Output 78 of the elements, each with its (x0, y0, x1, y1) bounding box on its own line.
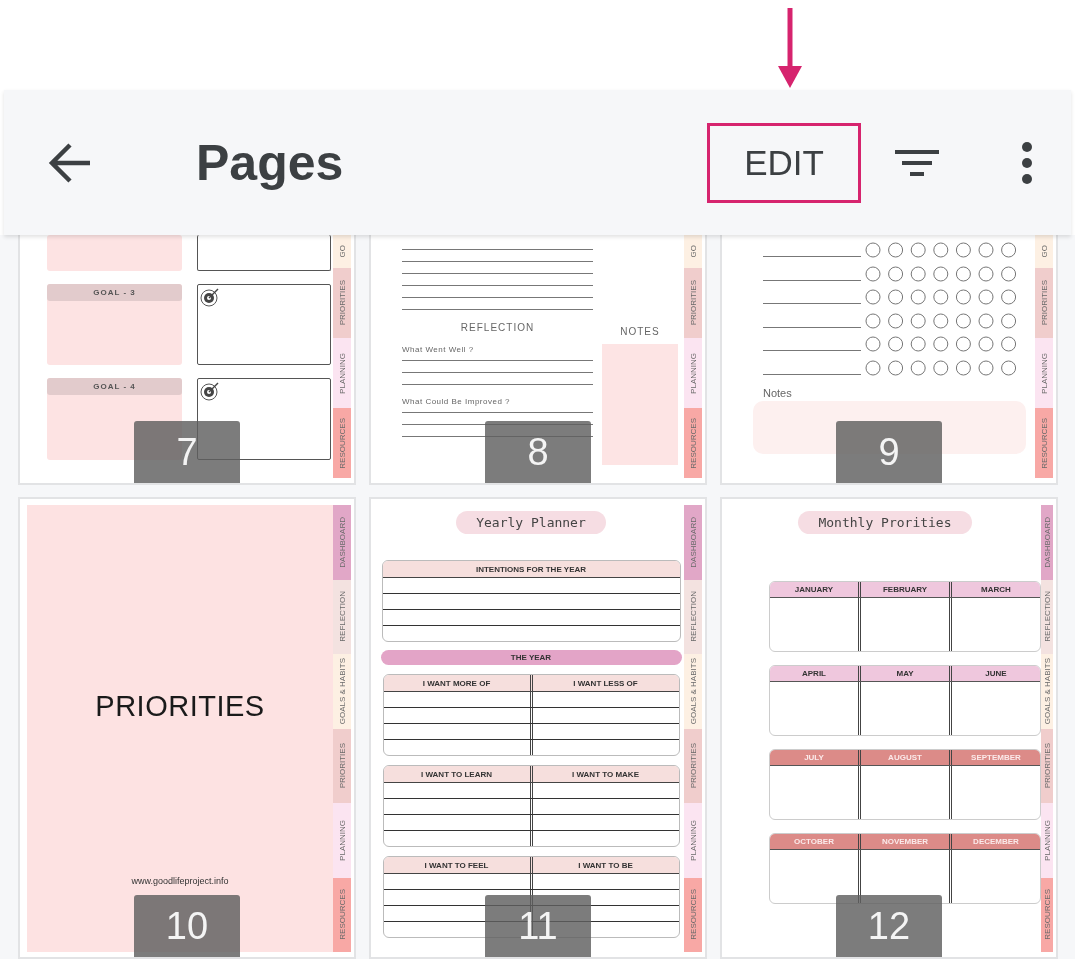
section-tab[interactable]: PRIORITIES (333, 268, 351, 338)
month-label: FEBRUARY (861, 582, 952, 597)
section-tab[interactable]: GOALS & HABITS (1041, 654, 1053, 729)
section-tab[interactable]: DASHBOARD (684, 505, 702, 580)
table-heading: I WANT TO LEARN (383, 766, 533, 782)
page-thumbnail[interactable]: PRIORITIES www.goodlifeproject.info DASHBOARD REFLECTION GOALS & HABITS PRIORITIES PLANNING RESOURCES 10 (18, 497, 356, 959)
section-tab[interactable]: PRIORITIES (684, 728, 702, 803)
section-tab[interactable]: RESOURCES (684, 877, 702, 952)
month-label: MARCH (980, 584, 1012, 596)
section-tab[interactable]: PRIORITIES (333, 728, 351, 803)
month-label: AUGUST (861, 750, 952, 765)
year-band: THE YEAR (380, 650, 682, 665)
prompt-text: What Went Well ? (402, 345, 475, 354)
goal-label: GOAL - 4 (47, 378, 182, 396)
more-icon[interactable] (1021, 141, 1033, 184)
section-heading: REFLECTION (459, 322, 536, 333)
notes-heading: Notes (763, 387, 793, 399)
month-label: NOVEMBER (861, 834, 952, 849)
section-tab[interactable]: PRIORITIES (1035, 268, 1053, 338)
cover-title: PRIORITIES (95, 690, 265, 723)
section-tab[interactable]: PLANNING (1041, 803, 1053, 878)
page-title: Pages (196, 133, 344, 192)
month-label: OCTOBER (770, 834, 861, 849)
page-thumbnail[interactable] (369, 497, 707, 959)
page-number-badge: 7 (134, 421, 240, 483)
back-icon[interactable] (48, 141, 92, 184)
section-tab[interactable]: GO (333, 235, 351, 268)
page-number-badge: 12 (836, 895, 942, 957)
section-tab[interactable]: PRIORITIES (684, 268, 702, 338)
planner-title: Monthly Prorities (798, 511, 972, 534)
section-tab[interactable]: RESOURCES (1035, 408, 1053, 478)
notes-heading: NOTES (619, 326, 661, 337)
section-tab[interactable]: RESOURCES (1041, 877, 1053, 952)
prompt-text: What Could Be Improved ? (402, 397, 512, 406)
page-number-badge: 10 (134, 895, 240, 957)
section-tab[interactable]: PRIORITIES (1041, 728, 1053, 803)
section-tab[interactable]: GOALS & HABITS (684, 654, 702, 729)
table-heading: I WANT MORE OF (383, 675, 533, 691)
section-tab[interactable]: RESOURCES (333, 408, 351, 478)
edit-button[interactable]: EDIT (707, 122, 861, 203)
website-text: www.goodlifeproject.info (131, 876, 229, 886)
table-heading: I WANT TO FEEL (383, 857, 533, 873)
filter-icon[interactable] (895, 149, 939, 176)
page-thumbnail[interactable]: Notes GO PRIORITIES PLANNING RESOURCES 9 (720, 235, 1058, 485)
section-tab[interactable]: REFLECTION (1041, 579, 1053, 654)
section-tab[interactable]: GO (1035, 235, 1053, 268)
month-label: JULY (770, 750, 861, 765)
month-label: MAY (861, 666, 952, 681)
page-thumbnail[interactable]: Monthly Prorities JANUARY FEBRUARY MARCH APRIL MAY JUNE JULY AUGUST SEPTEMBER OCTOBER NOVEMBER DECEMBER DASHBOARD REFLECTION GOALS & HABITS PRIORITIES PLANNING RESOURCES 12 (720, 497, 1058, 959)
section-tab[interactable]: RESOURCES (684, 408, 702, 478)
section-tab[interactable]: REFLECTION (333, 579, 351, 654)
month-label: DECEMBER (972, 836, 1020, 848)
section-tab[interactable]: PLANNING (684, 803, 702, 878)
table-heading: INTENTIONS FOR THE YEAR (474, 564, 588, 574)
section-tab[interactable]: GO (684, 235, 702, 268)
month-label: JANUARY (770, 582, 861, 597)
section-tab[interactable]: REFLECTION (684, 579, 702, 654)
section-tab[interactable]: GOALS & HABITS (333, 654, 351, 729)
section-tab[interactable]: PLANNING (684, 338, 702, 408)
section-tab[interactable]: DASHBOARD (1041, 505, 1053, 580)
section-tab[interactable]: PLANNING (333, 803, 351, 878)
page-number-badge: 8 (485, 421, 591, 483)
page-thumbnail[interactable]: REFLECTION What Went Well ? What Could Be Improved ? NOTES GO PRIORITIES PLANNING RESOURCES 8 (369, 235, 707, 485)
page-number-badge: 11 (485, 895, 591, 957)
goal-label: GOAL - 3 (47, 283, 182, 301)
month-label: SEPTEMBER (970, 752, 1022, 764)
section-tab[interactable]: DASHBOARD (333, 505, 351, 580)
planner-title: Yearly Planner (456, 511, 606, 534)
target-icon (200, 286, 220, 307)
month-label: APRIL (770, 666, 861, 681)
table-heading: I WANT TO MAKE (571, 769, 640, 779)
section-tab[interactable]: PLANNING (333, 338, 351, 408)
table-heading: I WANT LESS OF (572, 678, 639, 688)
month-label: JUNE (984, 668, 1008, 680)
table-heading: I WANT TO BE (577, 860, 634, 870)
section-tab[interactable]: RESOURCES (333, 877, 351, 952)
page-number-badge: 9 (836, 421, 942, 483)
section-tab[interactable]: PLANNING (1035, 338, 1053, 408)
